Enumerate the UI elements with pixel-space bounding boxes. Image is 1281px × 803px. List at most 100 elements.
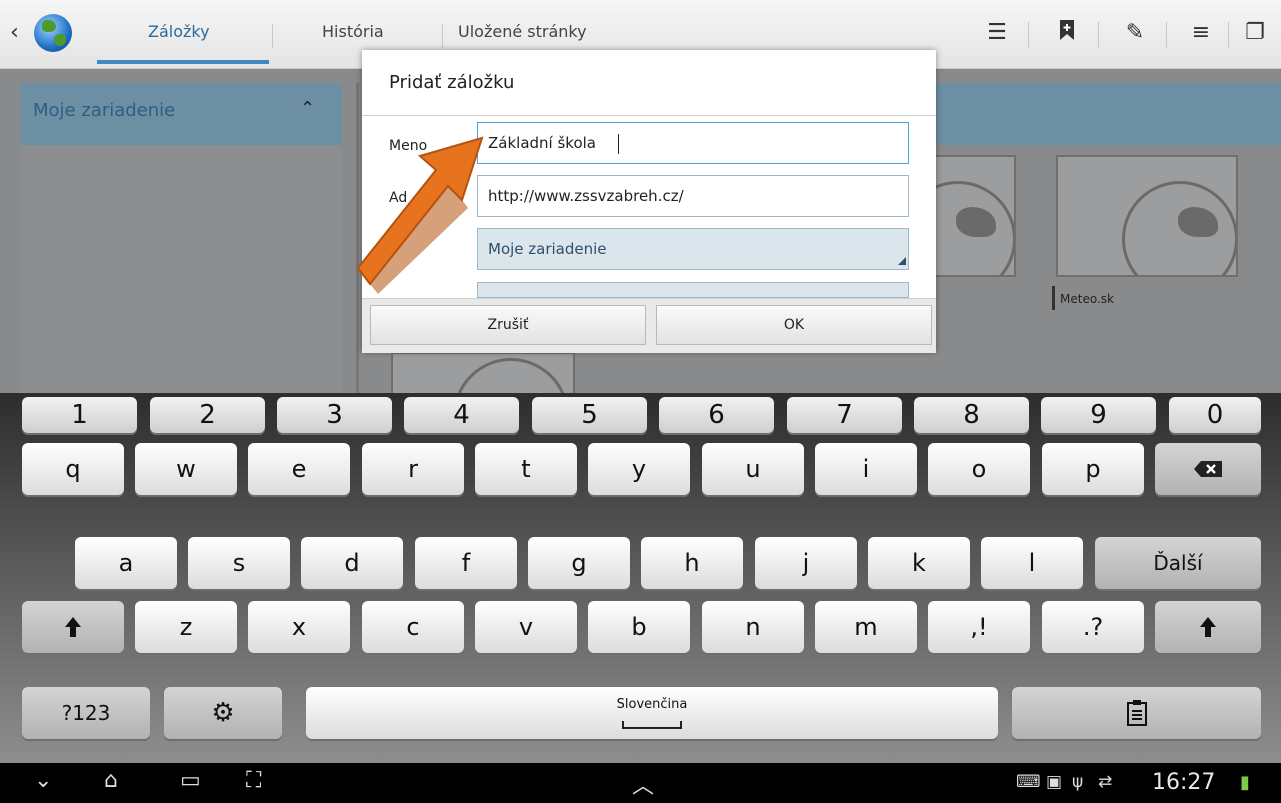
toolbar-divider	[1166, 22, 1167, 48]
key-w[interactable]: w	[135, 443, 237, 495]
key-c[interactable]: c	[362, 601, 464, 653]
space-key[interactable]: Slovenčina	[306, 687, 998, 739]
toolbar-divider	[1028, 22, 1029, 48]
keyboard-settings-key[interactable]: ⚙	[164, 687, 282, 739]
key-2[interactable]: 2	[150, 397, 265, 433]
key-u[interactable]: u	[702, 443, 804, 495]
globe-placeholder-icon	[453, 358, 569, 395]
key-n[interactable]: n	[702, 601, 804, 653]
key-t[interactable]: t	[475, 443, 577, 495]
clipboard-key[interactable]	[1012, 687, 1261, 739]
key-x[interactable]: x	[248, 601, 350, 653]
windows-icon[interactable]: ❐	[1240, 18, 1270, 48]
tab-history[interactable]: História	[322, 22, 384, 41]
add-bookmark-icon[interactable]	[1052, 18, 1082, 48]
key-p[interactable]: p	[1042, 443, 1144, 495]
edit-pencil-icon[interactable]: ✎	[1120, 18, 1150, 48]
key-d[interactable]: d	[301, 537, 403, 589]
wifi-battery-icon: ▮	[1240, 772, 1250, 793]
key-l[interactable]: l	[981, 537, 1083, 589]
key-8[interactable]: 8	[914, 397, 1029, 433]
bookmarks-header	[936, 83, 1281, 145]
address-field[interactable]: http://www.zssvzabreh.cz/	[477, 175, 909, 217]
hide-keyboard-icon[interactable]: ⌄	[34, 768, 52, 793]
key-v[interactable]: v	[475, 601, 577, 653]
usb-status-icon: ψ	[1072, 772, 1084, 792]
key-g[interactable]: g	[528, 537, 630, 589]
key-o[interactable]: o	[928, 443, 1030, 495]
toolbar-divider	[1098, 22, 1099, 48]
key-f[interactable]: f	[415, 537, 517, 589]
key-b[interactable]: b	[588, 601, 690, 653]
key-m[interactable]: m	[815, 601, 917, 653]
gear-icon: ⚙	[211, 698, 235, 728]
backspace-key[interactable]	[1155, 443, 1261, 495]
key-y[interactable]: y	[588, 443, 690, 495]
name-field[interactable]: Základní škola	[477, 122, 909, 164]
shift-key-right[interactable]	[1155, 601, 1261, 653]
recent-apps-icon[interactable]: ▭	[180, 768, 201, 793]
tab-saved-pages[interactable]: Uložené stránky	[458, 22, 587, 41]
active-tab-indicator	[97, 60, 269, 64]
key-period[interactable]: .?	[1042, 601, 1144, 653]
sync-status-icon: ⇄	[1098, 772, 1113, 792]
backspace-icon	[1194, 461, 1222, 477]
key-6[interactable]: 6	[659, 397, 774, 433]
toolbar-divider	[1228, 22, 1229, 48]
dropdown-corner-icon	[898, 257, 906, 265]
text-cursor	[618, 134, 619, 154]
key-0[interactable]: 0	[1169, 397, 1261, 433]
key-7[interactable]: 7	[787, 397, 902, 433]
image-status-icon: ▣	[1046, 772, 1063, 792]
key-9[interactable]: 9	[1041, 397, 1156, 433]
folder-title: Moje zariadenie	[33, 100, 176, 121]
key-i[interactable]: i	[815, 443, 917, 495]
key-comma[interactable]: ,!	[928, 601, 1030, 653]
shift-key-left[interactable]	[22, 601, 124, 653]
next-key[interactable]: Ďalší	[1095, 537, 1261, 589]
list-view-icon[interactable]: ☰	[982, 18, 1012, 48]
shift-arrow-icon	[1200, 617, 1216, 637]
screenshot-icon[interactable]: ⛶	[246, 768, 261, 793]
key-a[interactable]: a	[75, 537, 177, 589]
key-q[interactable]: q	[22, 443, 124, 495]
key-k[interactable]: k	[868, 537, 970, 589]
partially-hidden-field[interactable]	[477, 282, 909, 298]
dialog-title: Pridať záložku	[389, 72, 515, 93]
key-r[interactable]: r	[362, 443, 464, 495]
bookmark-thumbnail[interactable]	[391, 352, 575, 395]
key-1[interactable]: 1	[22, 397, 137, 433]
folder-select[interactable]: Moje zariadenie	[477, 228, 909, 270]
key-s[interactable]: s	[188, 537, 290, 589]
expand-up-icon[interactable]: ︿	[632, 768, 654, 800]
folder-list	[20, 145, 342, 393]
cancel-button[interactable]: Zrušiť	[370, 305, 646, 345]
menu-icon[interactable]: ≡	[1186, 18, 1216, 48]
home-icon[interactable]: ⌂	[104, 768, 118, 793]
bookmark-label: Meteo.sk	[1060, 292, 1114, 306]
key-j[interactable]: j	[755, 537, 857, 589]
back-chevron-icon[interactable]: ‹	[10, 20, 19, 45]
bookmark-thumbnail[interactable]	[1056, 155, 1238, 277]
key-z[interactable]: z	[135, 601, 237, 653]
keyboard-status-icon: ⌨	[1016, 772, 1041, 792]
orange-pointer-arrow-icon	[356, 136, 484, 294]
key-4[interactable]: 4	[404, 397, 519, 433]
tab-divider	[272, 24, 273, 48]
tab-divider	[442, 24, 443, 48]
space-language-label: Slovenčina	[616, 697, 688, 712]
tab-bookmarks[interactable]: Záložky	[148, 22, 210, 41]
key-h[interactable]: h	[641, 537, 743, 589]
key-e[interactable]: e	[248, 443, 350, 495]
space-bar-icon	[622, 721, 682, 729]
collapse-chevron-icon[interactable]: ⌃	[300, 98, 315, 119]
thumbnail-label-marker	[1052, 286, 1055, 310]
symbols-key[interactable]: ?123	[22, 687, 150, 739]
shift-arrow-icon	[65, 617, 81, 637]
ok-button[interactable]: OK	[656, 305, 932, 345]
status-clock: 16:27	[1152, 770, 1216, 795]
browser-globe-icon[interactable]	[34, 14, 72, 52]
key-3[interactable]: 3	[277, 397, 392, 433]
key-5[interactable]: 5	[532, 397, 647, 433]
dialog-title-divider	[362, 115, 936, 116]
